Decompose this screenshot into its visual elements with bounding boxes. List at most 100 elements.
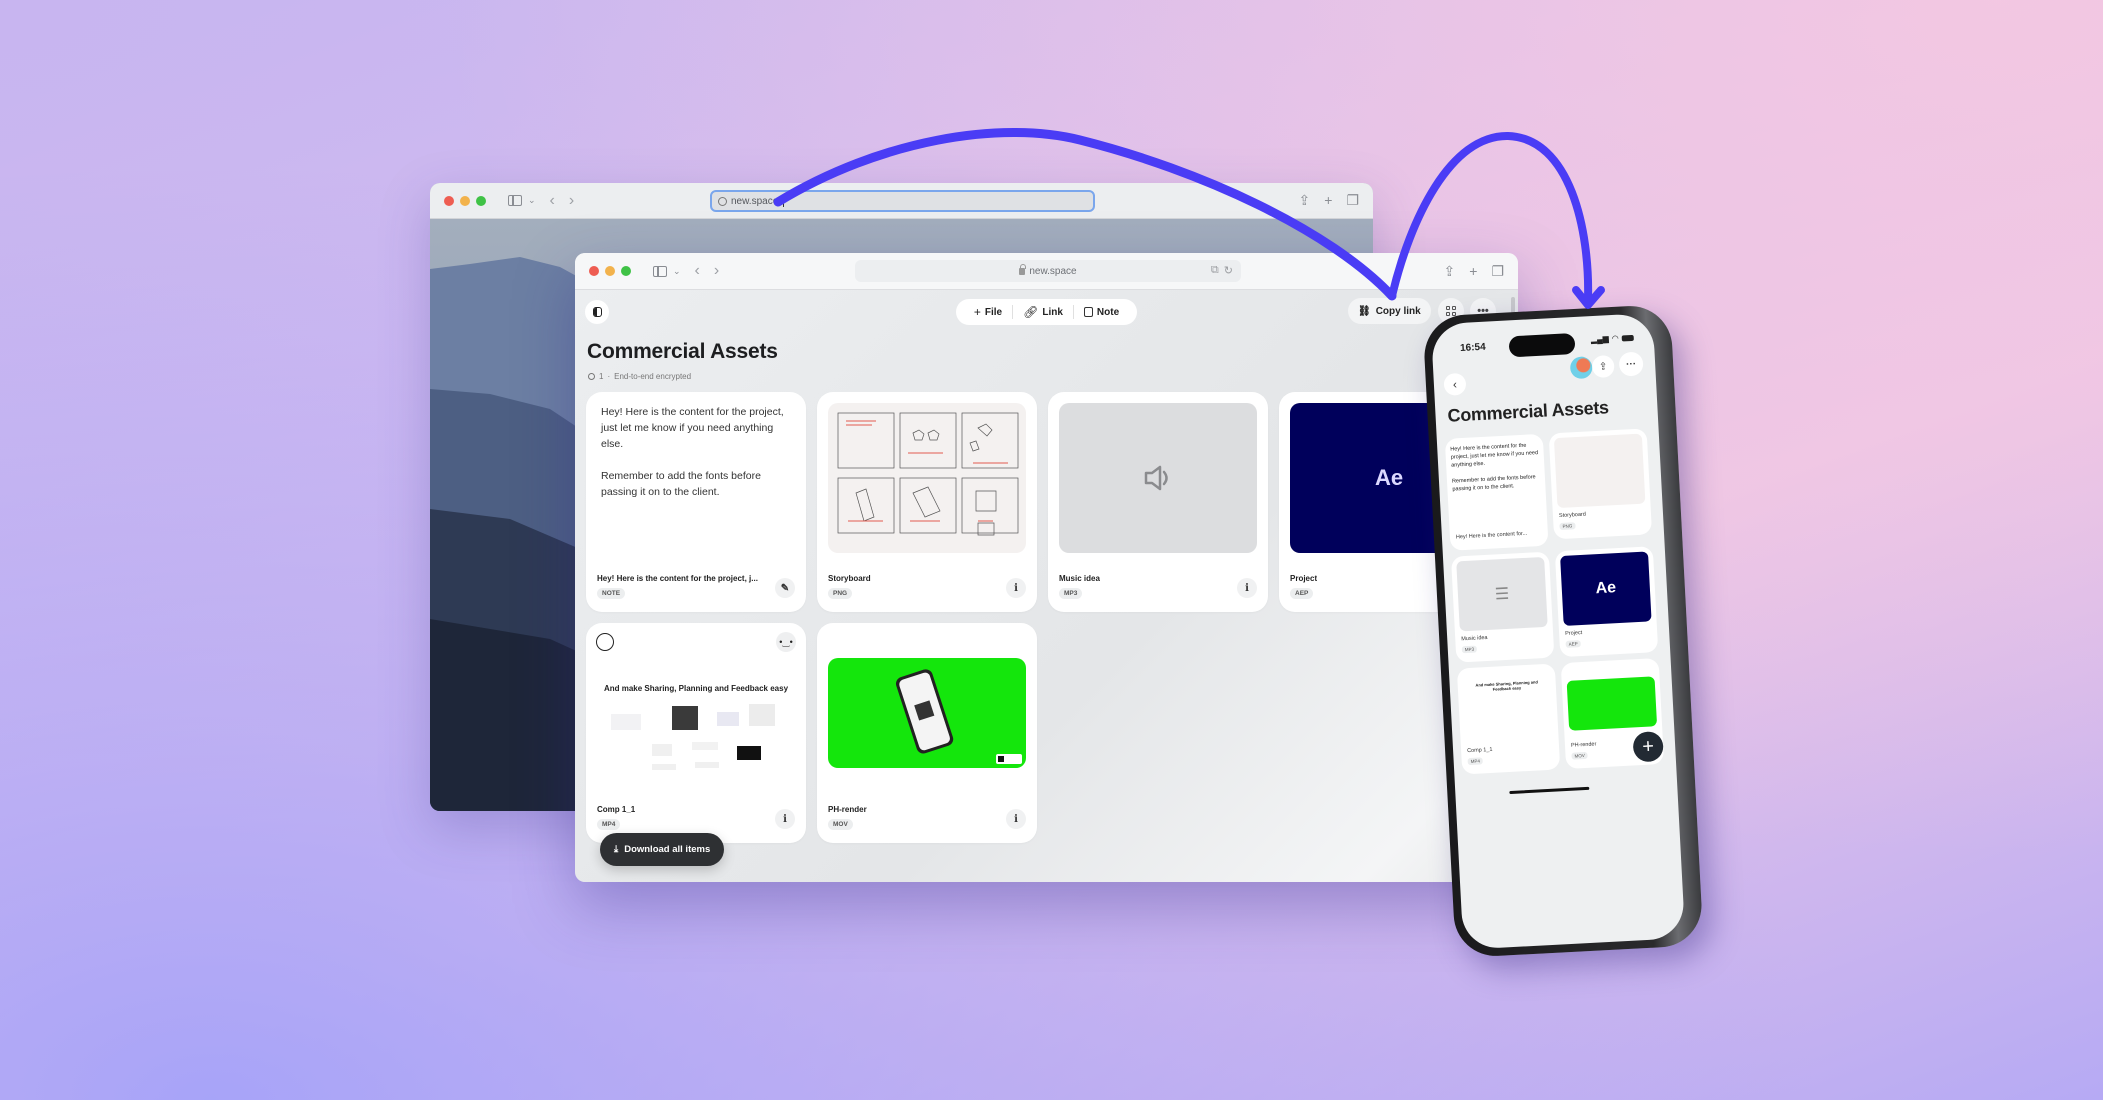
text-cursor: [783, 195, 785, 207]
ellipsis-icon: ···: [1625, 358, 1637, 370]
back-icon[interactable]: ‹: [695, 262, 700, 280]
info-button[interactable]: i: [1237, 578, 1257, 598]
avatar[interactable]: [1569, 356, 1593, 380]
tabs-icon[interactable]: ❐: [1346, 192, 1359, 209]
item-name: Comp 1_1: [1467, 746, 1493, 755]
audio-thumbnail: ☰: [1456, 556, 1548, 632]
info-button[interactable]: i: [1006, 578, 1026, 598]
note-icon: [1083, 307, 1093, 317]
address-bar[interactable]: new.space ⧉ ↻: [855, 260, 1241, 282]
new-tab-icon[interactable]: +: [1469, 263, 1477, 280]
reload-icon[interactable]: ↻: [1224, 264, 1233, 277]
phone-mockup: 16:54 ▂▄▆ ◠ ‹ ⇪ ··· Commercial Assets He…: [1422, 303, 1704, 959]
add-link-label: Link: [1042, 306, 1063, 318]
thumbnail-heading: And make Sharing, Planning and Feedback …: [1475, 679, 1538, 692]
info-button[interactable]: i: [775, 809, 795, 829]
storyboard-thumbnail: [828, 403, 1026, 553]
item-card-storyboard[interactable]: Storyboard PNG i: [817, 392, 1037, 612]
new-tab-icon[interactable]: +: [1324, 192, 1332, 209]
phone-share-button[interactable]: ⇪: [1591, 354, 1615, 379]
add-note-button[interactable]: Note: [1074, 307, 1129, 318]
address-bar-text: new.space: [1029, 265, 1077, 277]
file-type-badge: MP4: [1467, 757, 1484, 766]
back-icon[interactable]: ‹: [550, 192, 555, 210]
minimize-window-button[interactable]: [605, 266, 615, 276]
download-all-button[interactable]: ⤓ Download all items: [600, 833, 725, 866]
close-window-button[interactable]: [589, 266, 599, 276]
address-bar-text: new.space: [731, 195, 779, 207]
video-thumbnail: And make Sharing, Planning and Feedback …: [1462, 668, 1554, 744]
phone-card-music[interactable]: ☰ Music idea MP3: [1450, 551, 1555, 663]
file-type-badge: PNG: [1559, 522, 1576, 531]
item-name: PH-render: [828, 805, 867, 814]
sidebar-icon[interactable]: [653, 265, 667, 277]
add-link-button[interactable]: 🔗︎ Link: [1013, 305, 1073, 319]
copy-link-button[interactable]: ⛓︎ Copy link: [1348, 298, 1431, 324]
close-window-button[interactable]: [444, 195, 454, 206]
translate-icon[interactable]: ⧉: [1211, 264, 1219, 277]
maximize-window-button[interactable]: [621, 266, 631, 276]
audio-thumbnail: [1059, 403, 1257, 553]
page-meta: 1 · End-to-end encrypted: [588, 372, 691, 381]
phone-screen: 16:54 ▂▄▆ ◠ ‹ ⇪ ··· Commercial Assets He…: [1430, 312, 1686, 950]
file-type-badge: MOV: [828, 819, 853, 830]
back-window-toolbar: ⌄ ‹ › new.space ⇪ + ❐: [430, 183, 1373, 219]
share-icon[interactable]: ⇪: [1444, 263, 1456, 280]
front-browser-window: ⌄ ‹ › new.space ⧉ ↻ ⇪ + ❐ + File 🔗︎ Link…: [575, 253, 1518, 882]
battery-icon: [1621, 334, 1634, 342]
meta-separator: ·: [607, 372, 611, 381]
info-button[interactable]: i: [1006, 809, 1026, 829]
item-card-music[interactable]: Music idea MP3 i: [1048, 392, 1268, 612]
plus-icon: +: [973, 305, 981, 319]
phone-back-button[interactable]: ‹: [1443, 372, 1467, 396]
note-paragraph: Hey! Here is the content for the project…: [601, 406, 784, 450]
copy-link-label: Copy link: [1375, 305, 1421, 317]
item-name: Music idea: [1059, 574, 1100, 583]
phone-card-storyboard[interactable]: Storyboard PNG: [1548, 428, 1653, 540]
add-file-button[interactable]: + File: [964, 305, 1012, 319]
select-checkbox[interactable]: [596, 633, 614, 651]
item-name: Storyboard: [828, 574, 871, 583]
file-type-badge: MP4: [597, 819, 621, 830]
window-controls: [589, 266, 631, 276]
encryption-status: End-to-end encrypted: [614, 372, 692, 381]
minimize-window-button[interactable]: [460, 195, 470, 206]
video-thumbnail: [1566, 676, 1658, 731]
maximize-window-button[interactable]: [476, 195, 486, 206]
item-card-ph-render[interactable]: PH-render MOV i: [817, 623, 1037, 843]
share-icon[interactable]: ⇪: [1299, 192, 1311, 209]
item-card-note[interactable]: Hey! Here is the content for the project…: [586, 392, 806, 612]
phone-more-button[interactable]: ···: [1618, 351, 1644, 377]
file-type-badge: NOTE: [597, 588, 626, 599]
tabs-icon[interactable]: ❐: [1491, 263, 1504, 280]
phone-card-note[interactable]: Hey! Here is the content for the project…: [1444, 433, 1549, 551]
lines-icon: ☰: [1494, 585, 1510, 604]
speaker-icon: [1144, 465, 1168, 491]
file-type-badge: AEP: [1290, 588, 1314, 599]
sidebar-icon[interactable]: [508, 195, 522, 206]
chevron-down-icon[interactable]: ⌄: [528, 195, 536, 206]
page-title: Commercial Assets: [587, 340, 778, 363]
file-type-badge: PNG: [828, 588, 853, 599]
window-controls: [444, 195, 486, 206]
note-preview: Hey! Here is the content for the project…: [1450, 441, 1540, 494]
info-icon: i: [1245, 582, 1249, 594]
link-icon: 🔗︎: [1023, 305, 1039, 319]
note-preview: Hey! Here is the content for the project…: [601, 404, 791, 500]
chevron-down-icon[interactable]: ⌄: [673, 266, 681, 277]
address-bar[interactable]: new.space: [710, 190, 1095, 212]
wifi-icon: ◠: [1611, 333, 1619, 344]
item-card-comp[interactable]: And make Sharing, Planning and Feedback …: [586, 623, 806, 843]
face-icon: •‿•: [779, 636, 793, 647]
phone-card-comp[interactable]: And make Sharing, Planning and Feedback …: [1456, 663, 1561, 775]
status-icons: ▂▄▆ ◠: [1591, 333, 1634, 344]
after-effects-thumbnail: Ae: [1560, 551, 1652, 626]
add-note-label: Note: [1096, 306, 1120, 318]
edit-button[interactable]: ✎: [775, 578, 795, 598]
phone-card-project[interactable]: Ae Project AEP: [1554, 546, 1659, 658]
forward-icon[interactable]: ›: [569, 192, 574, 210]
after-effects-logo: Ae: [1374, 465, 1404, 490]
forward-icon[interactable]: ›: [714, 262, 719, 280]
phone-page-title: Commercial Assets: [1447, 397, 1610, 426]
reaction-button[interactable]: •‿•: [776, 632, 796, 652]
